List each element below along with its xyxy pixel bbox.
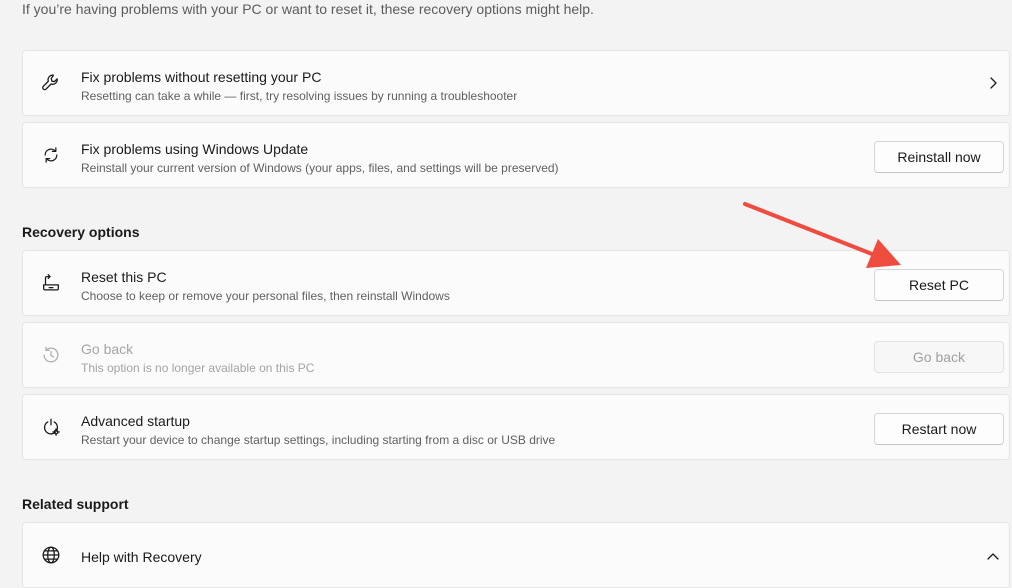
- wrench-icon: [39, 71, 63, 95]
- reset-pc-card: Reset this PC Choose to keep or remove y…: [22, 250, 1010, 316]
- windows-update-card: Fix problems using Windows Update Reinst…: [22, 122, 1010, 188]
- reinstall-now-button[interactable]: Reinstall now: [874, 141, 1004, 173]
- go-back-title: Go back: [81, 341, 134, 357]
- reset-pc-icon: [39, 271, 63, 295]
- advanced-startup-title: Advanced startup: [81, 413, 190, 429]
- advanced-startup-desc: Restart your device to change startup se…: [81, 433, 556, 447]
- windows-update-title: Fix problems using Windows Update: [81, 141, 309, 157]
- fix-without-reset-card[interactable]: Fix problems without resetting your PC R…: [22, 50, 1010, 116]
- go-back-card: Go back This option is no longer availab…: [22, 322, 1010, 388]
- advanced-startup-card: Advanced startup Restart your device to …: [22, 394, 1010, 460]
- recovery-options-heading: Recovery options: [22, 224, 140, 240]
- reset-pc-desc: Choose to keep or remove your personal f…: [81, 289, 450, 303]
- fix-without-reset-desc: Resetting can take a while — first, try …: [81, 89, 518, 103]
- restart-now-button[interactable]: Restart now: [874, 413, 1004, 445]
- reset-pc-title: Reset this PC: [81, 269, 167, 285]
- chevron-right-icon[interactable]: [985, 75, 1001, 91]
- advanced-startup-icon: [39, 415, 63, 439]
- fix-without-reset-title: Fix problems without resetting your PC: [81, 69, 322, 85]
- sync-icon: [39, 143, 63, 167]
- reset-pc-button[interactable]: Reset PC: [874, 269, 1004, 301]
- related-support-heading: Related support: [22, 496, 129, 512]
- intro-text: If you’re having problems with your PC o…: [22, 1, 594, 17]
- chevron-up-icon[interactable]: [985, 549, 1001, 565]
- history-icon: [39, 343, 63, 367]
- go-back-desc: This option is no longer available on th…: [81, 361, 315, 375]
- help-with-recovery-card[interactable]: Help with Recovery: [22, 522, 1010, 588]
- globe-icon: [39, 543, 63, 567]
- help-with-recovery-title: Help with Recovery: [81, 549, 202, 565]
- go-back-button[interactable]: Go back: [874, 341, 1004, 373]
- windows-update-desc: Reinstall your current version of Window…: [81, 161, 559, 175]
